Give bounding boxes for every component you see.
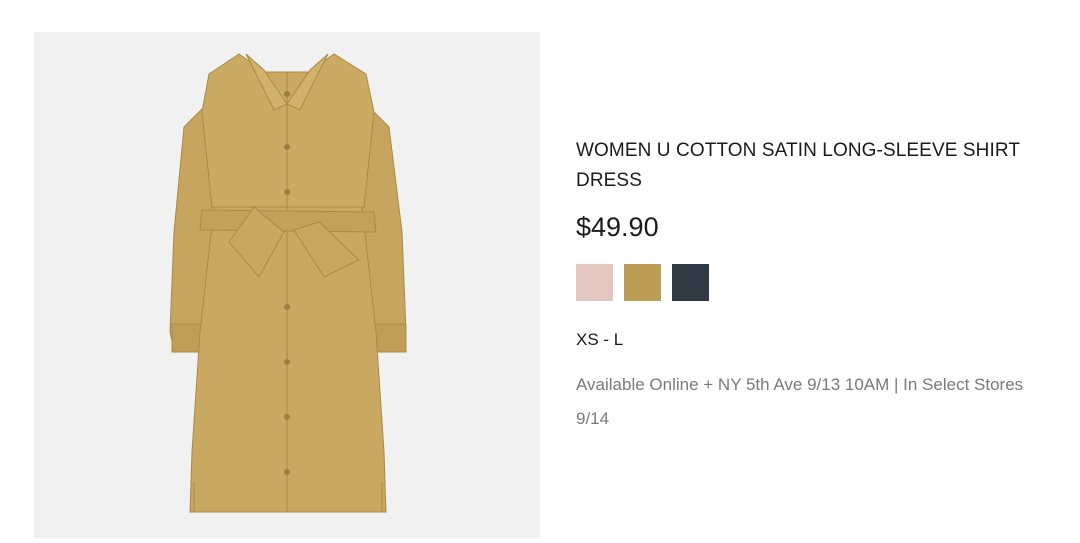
product-title[interactable]: WOMEN U COTTON SATIN LONG-SLEEVE SHIRT D… <box>576 136 1056 196</box>
bodice <box>201 53 375 208</box>
belt <box>199 209 377 233</box>
size-range: XS - L <box>576 330 624 349</box>
swatch-dark-navy[interactable] <box>672 264 709 301</box>
swatch-pink[interactable] <box>576 264 613 301</box>
product-card: WOMEN U COTTON SATIN LONG-SLEEVE SHIRT D… <box>0 0 1080 543</box>
availability-text: Available Online + NY 5th Ave 9/13 10AM … <box>576 375 1024 428</box>
swatch-khaki[interactable] <box>624 264 661 301</box>
product-info: WOMEN U COTTON SATIN LONG-SLEEVE SHIRT D… <box>576 136 1056 436</box>
color-swatches <box>576 264 1056 301</box>
product-price: $49.90 <box>576 212 659 242</box>
product-image[interactable] <box>34 32 540 538</box>
dress-illustration <box>169 53 407 513</box>
